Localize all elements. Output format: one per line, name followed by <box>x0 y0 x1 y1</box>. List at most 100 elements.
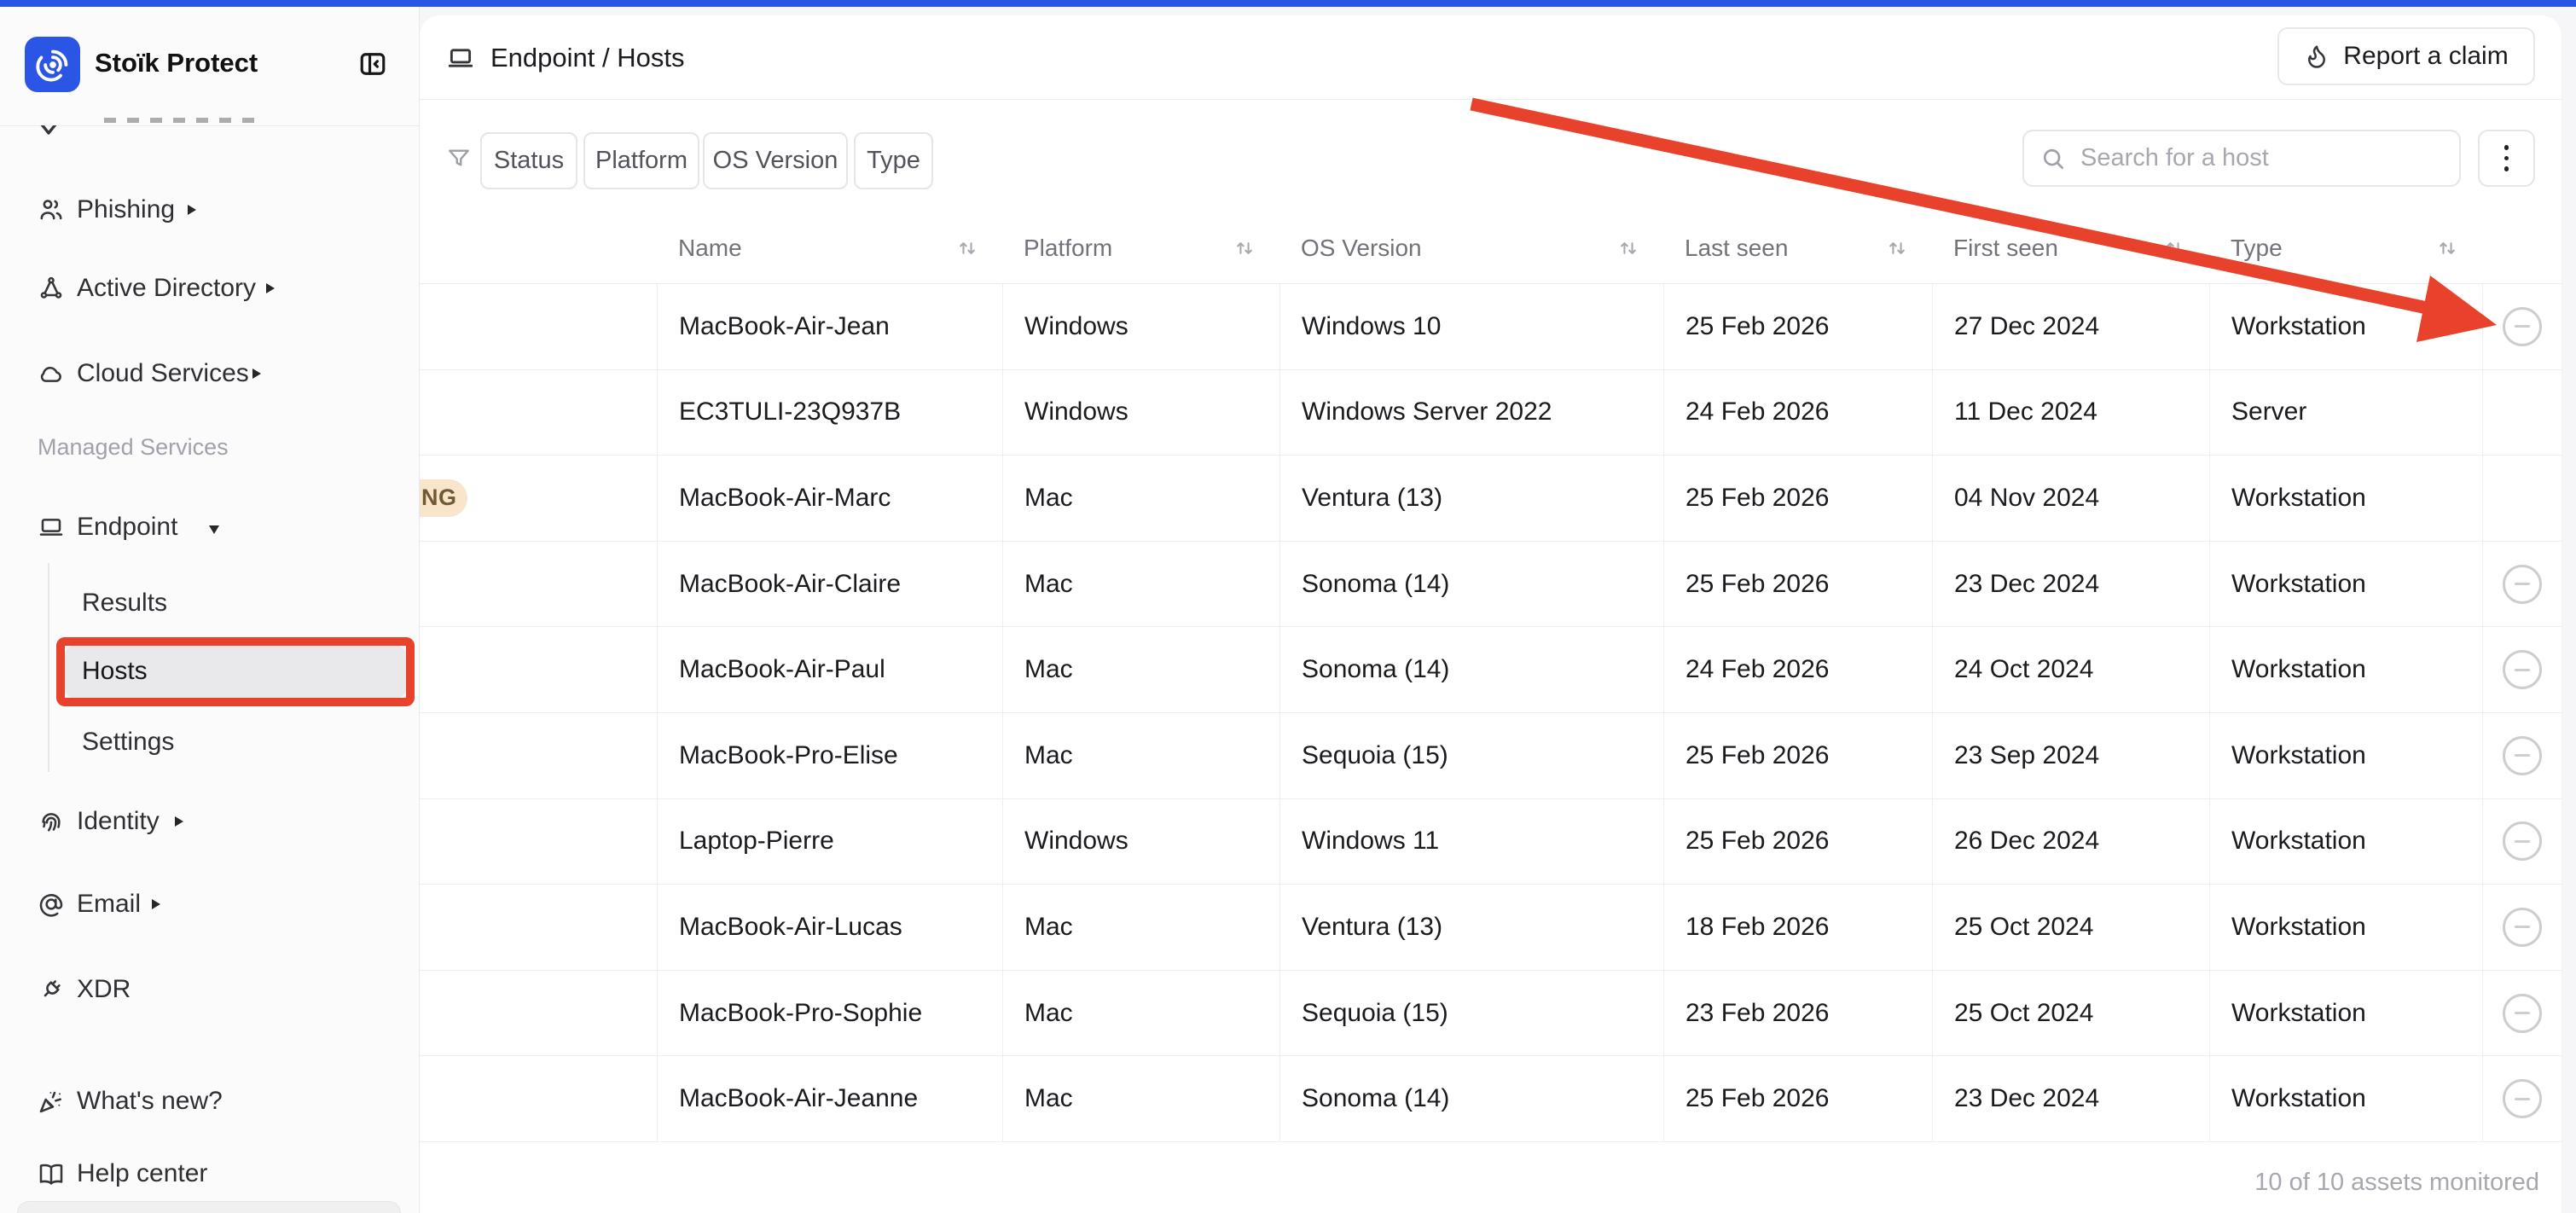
deactivate-host-button[interactable] <box>2503 994 2542 1033</box>
table-row[interactable]: EC3TULI-23Q937B Windows Windows Server 2… <box>420 370 2561 456</box>
sidebar-item-results[interactable]: Results <box>0 583 420 624</box>
table-row[interactable]: MacBook-Air-Jean Windows Windows 10 25 F… <box>420 284 2561 370</box>
cell-type: Workstation <box>2209 713 2482 798</box>
filter-chip-platform[interactable]: Platform <box>583 132 699 189</box>
chevron-right-icon <box>152 899 160 909</box>
report-claim-button[interactable]: Report a claim <box>2277 27 2535 85</box>
deactivate-host-button[interactable] <box>2503 565 2542 604</box>
cell-last-seen: 25 Feb 2026 <box>1663 284 1932 369</box>
kebab-icon <box>2504 145 2509 150</box>
fingerprint-icon <box>38 808 65 835</box>
sidebar-item-xdr[interactable]: XDR <box>0 969 420 1010</box>
sidebar-item-hosts[interactable]: Hosts <box>0 651 420 692</box>
cell-first-seen: 11 Dec 2024 <box>1932 370 2209 456</box>
cell-os: Windows 11 <box>1279 799 1663 885</box>
cell-name: MacBook-Air-Lucas <box>657 885 1002 970</box>
cell-type: Server <box>2209 370 2482 456</box>
deactivate-host-button[interactable] <box>2503 1079 2542 1118</box>
filter-chip-type[interactable]: Type <box>854 132 933 189</box>
sort-icon <box>2436 237 2458 259</box>
sidebar-item-identity[interactable]: Identity <box>0 801 420 842</box>
filter-chip-label: Platform <box>595 147 688 175</box>
sidebar-item-phishing[interactable]: Phishing <box>0 189 420 230</box>
cell-type: Workstation <box>2209 885 2482 970</box>
cell-first-seen: 23 Dec 2024 <box>1932 1056 2209 1141</box>
sidebar-item-email[interactable]: Email <box>0 884 420 925</box>
report-claim-label: Report a claim <box>2343 42 2508 71</box>
filter-chip-status[interactable]: Status <box>480 132 577 189</box>
chevron-down-icon <box>209 525 219 534</box>
cell-last-seen: 25 Feb 2026 <box>1663 456 1932 541</box>
sort-icon <box>1233 237 1256 259</box>
cell-type: Workstation <box>2209 456 2482 541</box>
clipped-chevron-down-icon <box>36 125 61 136</box>
header-last-seen[interactable]: Last seen <box>1663 213 1932 283</box>
deactivate-host-button[interactable] <box>2503 307 2542 346</box>
cell-type: Workstation <box>2209 542 2482 627</box>
header-type[interactable]: Type <box>2209 213 2482 283</box>
cell-name: MacBook-Air-Jean <box>657 284 1002 369</box>
cell-first-seen: 24 Oct 2024 <box>1932 627 2209 712</box>
cell-name: MacBook-Air-Jeanne <box>657 1056 1002 1141</box>
header-name[interactable]: Name <box>657 213 1002 283</box>
cell-os: Sequoia (15) <box>1279 713 1663 798</box>
chevron-right-icon <box>266 283 275 293</box>
app-title: Stoïk Protect <box>95 48 258 78</box>
minus-circle-icon <box>2515 1098 2530 1100</box>
triangle-nodes-icon <box>38 275 65 302</box>
header-platform[interactable]: Platform <box>1002 213 1279 283</box>
table-row[interactable]: Laptop-Pierre Windows Windows 11 25 Feb … <box>420 799 2561 885</box>
sidebar-item-settings[interactable]: Settings <box>0 722 420 763</box>
deactivate-host-button[interactable] <box>2503 736 2542 775</box>
cell-os: Ventura (13) <box>1279 885 1663 970</box>
table-row[interactable]: MacBook-Pro-Elise Mac Sequoia (15) 25 Fe… <box>420 713 2561 799</box>
table-row[interactable]: MacBook-Pro-Sophie Mac Sequoia (15) 23 F… <box>420 971 2561 1057</box>
sidebar-item-active-directory[interactable]: Active Directory <box>0 268 420 309</box>
sidebar-item-help-center[interactable]: Help center <box>0 1153 420 1194</box>
cell-platform: Windows <box>1002 284 1279 369</box>
chevron-right-icon <box>188 205 196 215</box>
filter-funnel-icon <box>445 145 473 172</box>
deactivate-host-button[interactable] <box>2503 821 2542 861</box>
table-row[interactable]: NG MacBook-Air-Marc Mac Ventura (13) 25 … <box>420 456 2561 542</box>
table-row[interactable]: MacBook-Air-Lucas Mac Ventura (13) 18 Fe… <box>420 885 2561 971</box>
sidebar-item-whats-new[interactable]: What's new? <box>0 1081 420 1122</box>
filter-chip-label: OS Version <box>713 147 838 175</box>
sidebar-item-endpoint[interactable]: Endpoint <box>0 507 420 548</box>
top-bar: Endpoint / Hosts Report a claim <box>420 15 2561 100</box>
cell-platform: Mac <box>1002 1056 1279 1141</box>
cell-first-seen: 04 Nov 2024 <box>1932 456 2209 541</box>
cell-name: MacBook-Pro-Elise <box>657 713 1002 798</box>
breadcrumb-label: Endpoint / Hosts <box>490 43 684 73</box>
cell-name: EC3TULI-23Q937B <box>657 370 1002 456</box>
cell-os: Sequoia (15) <box>1279 971 1663 1056</box>
plug-icon <box>38 976 65 1003</box>
table-row[interactable]: MacBook-Air-Paul Mac Sonoma (14) 24 Feb … <box>420 627 2561 713</box>
header-os-version[interactable]: OS Version <box>1279 213 1663 283</box>
top-accent-bar <box>0 0 2576 7</box>
cell-last-seen: 25 Feb 2026 <box>1663 799 1932 885</box>
collapse-sidebar-button[interactable] <box>356 48 390 80</box>
table-row[interactable]: MacBook-Air-Jeanne Mac Sonoma (14) 25 Fe… <box>420 1056 2561 1142</box>
filter-chip-label: Type <box>867 147 920 175</box>
header-actions-blank <box>2482 213 2561 283</box>
filter-chip-os-version[interactable]: OS Version <box>703 132 848 189</box>
minus-circle-icon <box>2515 840 2530 843</box>
deactivate-host-button[interactable] <box>2503 650 2542 689</box>
cell-os: Sonoma (14) <box>1279 542 1663 627</box>
deactivate-host-button[interactable] <box>2503 908 2542 947</box>
minus-circle-icon <box>2515 325 2530 328</box>
cell-first-seen: 23 Sep 2024 <box>1932 713 2209 798</box>
table-row[interactable]: MacBook-Air-Claire Mac Sonoma (14) 25 Fe… <box>420 542 2561 628</box>
table-header: Name Platform OS Version Last seen First… <box>420 213 2561 283</box>
laptop-icon <box>38 514 65 541</box>
sort-icon <box>2163 237 2185 259</box>
hosts-table: MacBook-Air-Jean Windows Windows 10 25 F… <box>420 283 2561 1142</box>
header-first-seen[interactable]: First seen <box>1932 213 2209 283</box>
search-input[interactable] <box>2080 144 2444 172</box>
more-options-button[interactable] <box>2478 130 2535 187</box>
filter-chip-label: Status <box>494 147 564 175</box>
minus-circle-icon <box>2515 669 2530 671</box>
app-logo-icon <box>25 37 80 92</box>
sidebar-item-cloud-services[interactable]: Cloud Services <box>0 353 420 394</box>
